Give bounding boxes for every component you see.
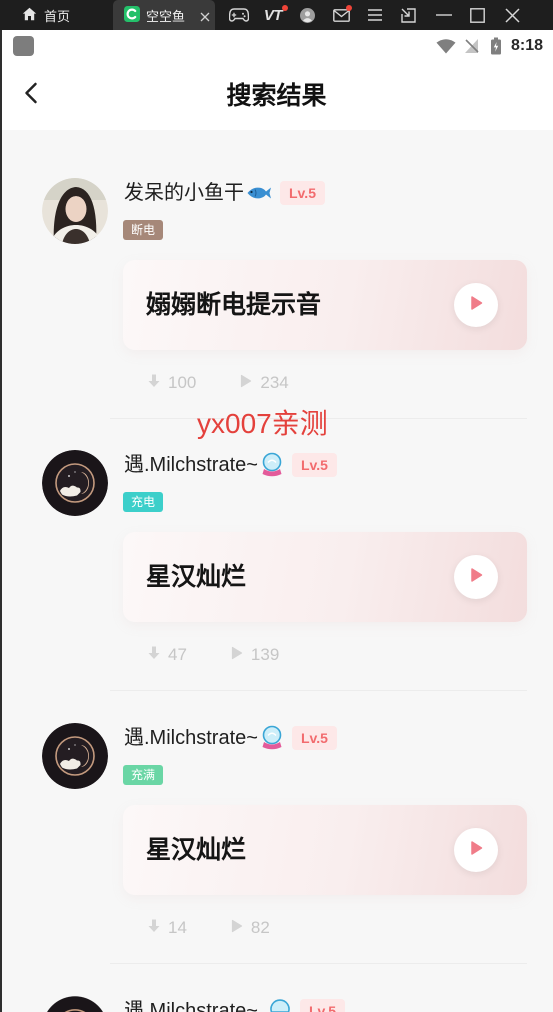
notification-dot (346, 5, 352, 11)
notification-square-icon (13, 36, 34, 56)
vt-label: VT (263, 6, 283, 24)
home-tab[interactable]: 首页 (14, 0, 110, 30)
snow-globe-icon (260, 452, 284, 478)
play-count: 139 (250, 645, 280, 664)
play-count-icon (240, 373, 252, 393)
watermark-text: yx007亲测 (197, 408, 328, 439)
play-icon (469, 567, 483, 588)
menu-icon[interactable] (367, 0, 383, 30)
avatar[interactable] (42, 178, 108, 244)
sound-title: 星汉灿烂 (146, 563, 247, 591)
sound-title: 嫋嫋断电提示音 (146, 291, 322, 319)
download-count: 14 (168, 918, 187, 937)
sound-card[interactable]: 星汉灿烂 (123, 532, 527, 622)
level-badge: Lv.5 (280, 181, 325, 205)
sound-stats: 100 234 (148, 372, 289, 394)
account-icon[interactable] (299, 0, 316, 30)
notification-dot (282, 5, 288, 11)
mail-icon[interactable] (332, 0, 352, 30)
vt-button[interactable]: VT (260, 0, 288, 30)
sound-card[interactable]: 星汉灿烂 (123, 805, 527, 895)
download-icon (148, 373, 160, 393)
user-name-row: 发呆的小鱼干 Lv.5 (124, 181, 325, 205)
sound-tag: 充满 (123, 765, 163, 785)
sound-title: 星汉灿烂 (146, 836, 247, 864)
avatar[interactable] (42, 723, 108, 789)
app-screen: 首页 空空鱼 VT 8:18 搜索结果 发呆的小鱼干 Lv.5 断电 嫋嫋断电提… (0, 0, 553, 1012)
download-icon (148, 918, 160, 938)
back-button[interactable] (18, 80, 44, 110)
play-count-icon (231, 645, 243, 665)
clock: 8:18 (511, 37, 544, 54)
user-name-row: 遇.Milchstrate~ Lv.5 (124, 452, 337, 478)
list-item: 遇.Milchstrate~ Lv.5 充电 星汉灿烂 47 139 (0, 418, 553, 691)
user-name[interactable]: 遇.Milchstrate~ (124, 726, 258, 750)
list-item: 发呆的小鱼干 Lv.5 断电 嫋嫋断电提示音 100 234 (0, 146, 553, 419)
play-icon (469, 840, 483, 861)
browser-tab-bar: 首页 空空鱼 VT (0, 0, 553, 30)
close-icon[interactable] (503, 0, 522, 30)
sound-tag: 断电 (123, 220, 163, 240)
play-count: 234 (260, 373, 289, 392)
popout-icon[interactable] (400, 0, 417, 30)
status-bar: 8:18 (0, 30, 553, 62)
snow-globe-icon (268, 998, 292, 1012)
app-icon (124, 5, 140, 25)
wifi-icon (436, 39, 456, 59)
play-icon (469, 295, 483, 316)
no-signal-icon (464, 38, 479, 59)
user-name[interactable]: 遇.Milchstrate~ (124, 1000, 258, 1012)
sound-card[interactable]: 嫋嫋断电提示音 (123, 260, 527, 350)
page-title: 搜索结果 (226, 82, 327, 110)
maximize-icon[interactable] (468, 0, 486, 30)
play-button[interactable] (454, 828, 498, 872)
list-item: 遇.Milchstrate~ Lv.5 (0, 964, 553, 1012)
level-badge: Lv.5 (300, 999, 345, 1012)
level-badge: Lv.5 (291, 726, 337, 750)
back-chevron-icon (24, 82, 38, 109)
gamepad-icon[interactable] (228, 0, 250, 30)
level-badge: Lv.5 (291, 453, 337, 477)
minimize-icon[interactable] (435, 0, 453, 30)
active-tab[interactable]: 空空鱼 (113, 0, 215, 30)
snow-globe-icon (260, 725, 284, 751)
tab-close-icon[interactable] (200, 10, 210, 22)
user-name[interactable]: 发呆的小鱼干 (124, 181, 244, 205)
avatar[interactable] (42, 996, 108, 1012)
fish-icon (246, 185, 272, 201)
sound-tag: 充电 (123, 492, 163, 512)
avatar[interactable] (42, 450, 108, 516)
play-count: 82 (250, 918, 270, 937)
sound-stats: 14 82 (148, 917, 270, 939)
play-button[interactable] (454, 283, 498, 327)
list-item: 遇.Milchstrate~ Lv.5 充满 星汉灿烂 14 82 (0, 691, 553, 964)
download-count: 100 (168, 373, 197, 392)
home-icon (22, 7, 37, 24)
play-count-icon (231, 918, 243, 938)
play-button[interactable] (454, 555, 498, 599)
user-name-row: 遇.Milchstrate~ Lv.5 (124, 725, 337, 751)
app-header: 搜索结果 (0, 62, 553, 130)
user-name[interactable]: 遇.Milchstrate~ (124, 453, 258, 477)
sound-stats: 47 139 (148, 644, 279, 666)
download-count: 47 (168, 645, 187, 664)
home-tab-label: 首页 (44, 8, 71, 24)
active-tab-label: 空空鱼 (146, 8, 186, 24)
battery-icon (490, 37, 502, 60)
download-icon (148, 645, 160, 665)
